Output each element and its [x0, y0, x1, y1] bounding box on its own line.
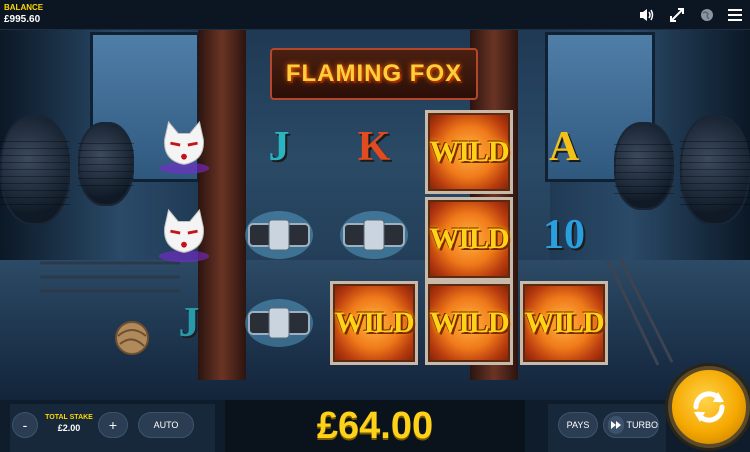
balance-value: £995.60 [4, 14, 41, 25]
lantern-icon [614, 122, 674, 210]
jack-symbol: J [268, 124, 290, 170]
fast-forward-icon [608, 416, 624, 434]
reel-5-row-2: 10 [520, 193, 608, 277]
stake-increase-button[interactable]: + [98, 412, 128, 438]
ten-symbol: 10 [543, 212, 585, 258]
fox-mask-icon [158, 120, 210, 175]
reel-1-row-1 [140, 105, 228, 189]
king-symbol: K [357, 124, 391, 170]
reel-3-row-2 [330, 193, 418, 277]
wild-symbol: WILD [524, 306, 604, 339]
pays-button[interactable]: PAYS [558, 412, 598, 438]
options-panel: PAYS TURBO [548, 404, 666, 452]
reel-3-row-1: K [330, 105, 418, 189]
lantern-icon [78, 122, 134, 206]
reel-5-row-1: A [520, 105, 608, 189]
reel-5-row-3-wild: WILD [520, 281, 608, 365]
wild-symbol: WILD [334, 306, 414, 339]
fullscreen-icon[interactable] [668, 6, 686, 24]
lantern-icon [680, 115, 750, 225]
balance-label: BALANCE [4, 3, 44, 12]
turbo-label: TURBO [626, 420, 659, 430]
ninja-belt-icon [245, 299, 313, 347]
stake-decrease-button[interactable]: - [12, 412, 38, 438]
wild-symbol: WILD [429, 135, 509, 168]
ninja-belt-icon [245, 211, 313, 259]
total-stake: TOTAL STAKE £2.00 [40, 414, 98, 433]
reel-4-row-2-wild: WILD [425, 197, 513, 281]
queen-symbol: J [178, 300, 200, 346]
win-display: £64.00 [225, 400, 525, 452]
fox-mask-icon [158, 208, 210, 263]
reel-3-row-3-wild: WILD [330, 281, 418, 365]
reel-1-row-2 [140, 193, 228, 277]
auto-button[interactable]: AUTO [138, 412, 194, 438]
wild-symbol: WILD [429, 306, 509, 339]
globe-icon[interactable] [698, 6, 716, 24]
reels: J K WILD WILD WILD WILD A 10 WILD J [140, 105, 610, 380]
reel-4-row-3-wild: WILD [425, 281, 513, 365]
reel-1-row-3: J [145, 281, 233, 365]
game-logo: FLAMING FOX [270, 48, 478, 100]
turbo-button[interactable]: TURBO [603, 412, 659, 438]
ace-symbol: A [548, 124, 580, 170]
total-stake-label: TOTAL STAKE [45, 414, 93, 421]
logo-text: FLAMING FOX [285, 60, 463, 87]
spears-icon [606, 257, 674, 366]
stake-panel: - TOTAL STAKE £2.00 + AUTO [10, 404, 215, 452]
spin-arrows-icon [693, 391, 725, 423]
sound-icon[interactable] [638, 6, 656, 24]
total-stake-value: £2.00 [57, 423, 81, 433]
reel-2-row-2 [235, 193, 323, 277]
reel-2-row-3 [235, 281, 323, 365]
top-bar: BALANCE £995.60 [0, 0, 750, 30]
menu-icon[interactable] [726, 6, 744, 24]
wild-symbol: WILD [429, 222, 509, 255]
reel-2-row-1: J [235, 105, 323, 189]
ninja-belt-icon [340, 211, 408, 259]
reel-4-row-1-wild: WILD [425, 110, 513, 194]
lantern-icon [0, 115, 70, 225]
win-amount: £64.00 [316, 404, 434, 447]
spin-button[interactable] [668, 366, 750, 448]
